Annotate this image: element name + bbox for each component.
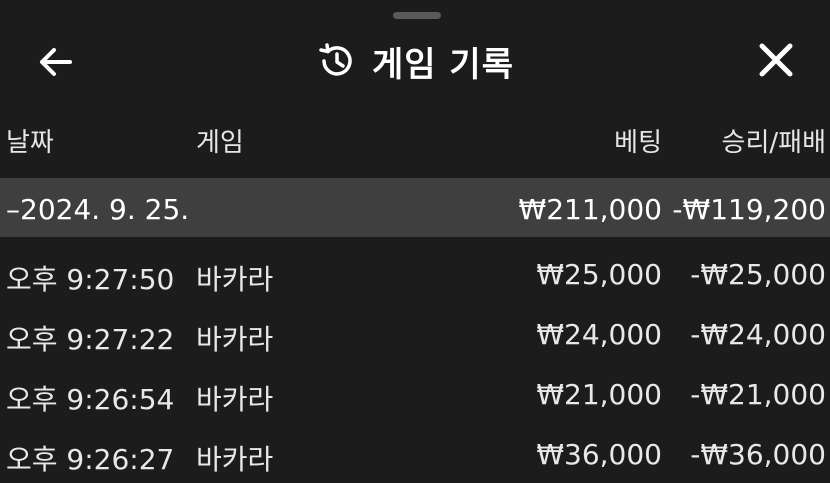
row-result: -₩25,000 (690, 258, 826, 291)
column-headers: 날짜 게임 베팅 승리/패배 (0, 122, 830, 174)
history-clock-icon (319, 43, 352, 76)
row-result: -₩21,000 (690, 378, 826, 411)
row-time: 오후 9:26:27 (6, 443, 175, 476)
table-row[interactable]: 오후 9:26:54 바카라 ₩21,000 -₩21,000 (0, 364, 830, 423)
row-game: 바카라 (196, 263, 274, 296)
group-bet-total: ₩211,000 (518, 193, 662, 226)
row-bet: ₩21,000 (536, 378, 662, 411)
page-title: 게임 기록 (372, 44, 514, 85)
row-bet: ₩25,000 (536, 258, 662, 291)
date-group-row[interactable]: –2024. 9. 25. ₩211,000 -₩119,200 (0, 178, 830, 237)
column-result: 승리/패배 (721, 128, 826, 158)
row-result: -₩24,000 (690, 318, 826, 351)
row-time: 오후 9:26:54 (6, 383, 175, 416)
row-game: 바카라 (196, 443, 274, 476)
title-area: 게임 기록 (0, 38, 830, 85)
table-row[interactable]: 오후 9:26:27 바카라 ₩36,000 -₩36,000 (0, 424, 830, 483)
row-game: 바카라 (196, 383, 274, 416)
column-bet: 베팅 (614, 128, 662, 158)
table-row[interactable]: 오후 9:27:22 바카라 ₩24,000 -₩24,000 (0, 304, 830, 363)
row-bet: ₩24,000 (536, 318, 662, 351)
close-x-icon (759, 43, 793, 77)
column-date: 날짜 (6, 128, 54, 158)
column-game: 게임 (196, 128, 244, 158)
group-result-total: -₩119,200 (672, 193, 826, 226)
header: 게임 기록 (0, 24, 830, 100)
row-time: 오후 9:27:22 (6, 323, 175, 356)
close-button[interactable] (752, 38, 800, 84)
row-bet: ₩36,000 (536, 438, 662, 471)
row-result: -₩36,000 (690, 438, 826, 471)
row-time: 오후 9:27:50 (6, 263, 175, 296)
drag-handle[interactable] (393, 12, 441, 19)
row-game: 바카라 (196, 323, 274, 356)
table-row[interactable]: 오후 9:27:50 바카라 ₩25,000 -₩25,000 (0, 244, 830, 303)
group-date: –2024. 9. 25. (6, 193, 190, 226)
